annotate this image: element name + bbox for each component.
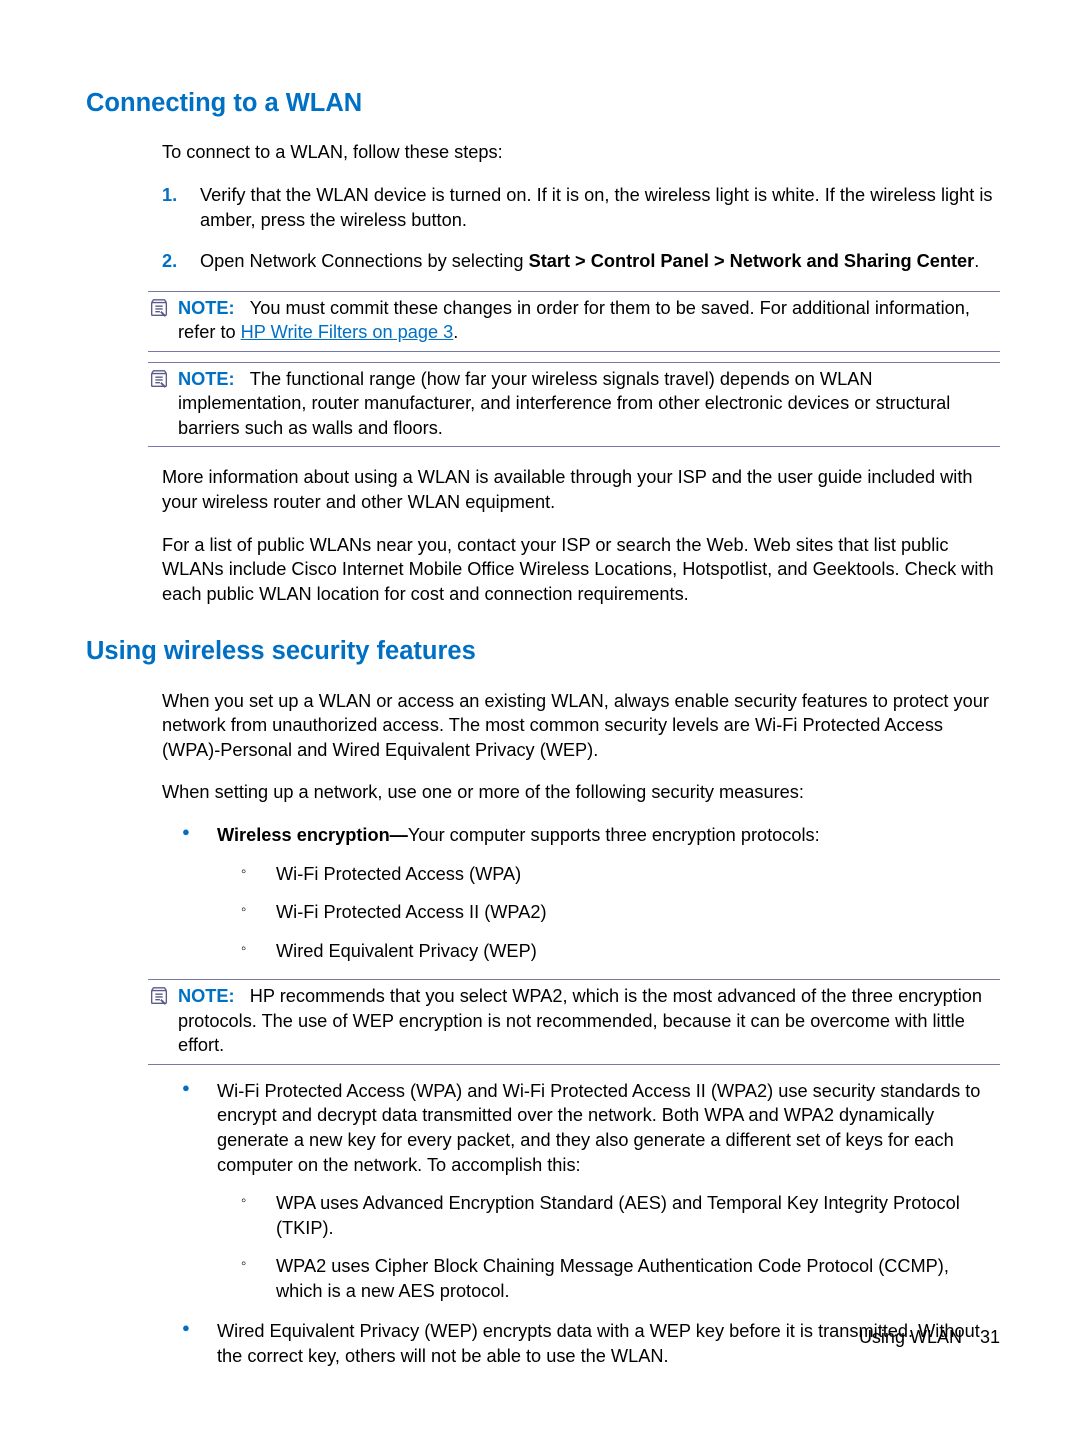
list-item: Wi-Fi Protected Access (WPA) and Wi-Fi P… — [182, 1079, 1000, 1304]
note-block: NOTE: HP recommends that you select WPA2… — [148, 979, 1000, 1065]
note-body: NOTE: You must commit these changes in o… — [178, 296, 1000, 345]
bullet-list: Wireless encryption—Your computer suppor… — [182, 823, 1000, 963]
link-write-filters[interactable]: HP Write Filters on page 3 — [241, 322, 454, 342]
step-bold: Start > Control Panel > Network and Shar… — [529, 251, 975, 271]
note-block: NOTE: The functional range (how far your… — [148, 362, 1000, 448]
step-number: 2. — [162, 249, 200, 274]
note-label: NOTE: — [178, 986, 235, 1006]
step-item: 1. Verify that the WLAN device is turned… — [162, 183, 1000, 232]
step-body: Open Network Connections by selecting St… — [200, 249, 1000, 274]
paragraph: When setting up a network, use one or mo… — [162, 780, 1000, 805]
sub-bullet-list: Wi-Fi Protected Access (WPA) Wi-Fi Prote… — [241, 862, 1000, 964]
bullet-bold: Wireless encryption— — [217, 825, 408, 845]
list-item: WPA uses Advanced Encryption Standard (A… — [241, 1191, 1000, 1240]
note-text: HP recommends that you select WPA2, whic… — [178, 986, 982, 1055]
bullet-text: Your computer supports three encryption … — [408, 825, 820, 845]
heading-security: Using wireless security features — [86, 634, 1000, 668]
list-item: Wi-Fi Protected Access (WPA) — [241, 862, 1000, 887]
list-item: WPA2 uses Cipher Block Chaining Message … — [241, 1254, 1000, 1303]
bullet-text: Wi-Fi Protected Access (WPA) and Wi-Fi P… — [217, 1081, 980, 1175]
note-block: NOTE: You must commit these changes in o… — [148, 291, 1000, 352]
steps-list: 1. Verify that the WLAN device is turned… — [162, 183, 1000, 274]
intro-text: To connect to a WLAN, follow these steps… — [162, 140, 1000, 165]
list-item: Wireless encryption—Your computer suppor… — [182, 823, 1000, 963]
note-icon — [148, 985, 170, 1014]
step-text: . — [974, 251, 979, 271]
note-text: . — [453, 322, 458, 342]
paragraph: More information about using a WLAN is a… — [162, 465, 1000, 514]
list-item: Wi-Fi Protected Access II (WPA2) — [241, 900, 1000, 925]
note-body: NOTE: The functional range (how far your… — [178, 367, 1000, 441]
footer-section: Using WLAN — [859, 1327, 962, 1347]
footer-page-number: 31 — [980, 1327, 1000, 1347]
sub-bullet-list: WPA uses Advanced Encryption Standard (A… — [241, 1191, 1000, 1303]
note-body: NOTE: HP recommends that you select WPA2… — [178, 984, 1000, 1058]
note-label: NOTE: — [178, 369, 235, 389]
step-text: Open Network Connections by selecting — [200, 251, 529, 271]
list-item: Wired Equivalent Privacy (WEP) — [241, 939, 1000, 964]
note-label: NOTE: — [178, 298, 235, 318]
note-icon — [148, 368, 170, 397]
step-body: Verify that the WLAN device is turned on… — [200, 183, 1000, 232]
page-footer: Using WLAN 31 — [859, 1325, 1000, 1349]
step-item: 2. Open Network Connections by selecting… — [162, 249, 1000, 274]
heading-connecting: Connecting to a WLAN — [86, 86, 1000, 120]
note-icon — [148, 297, 170, 326]
note-text: The functional range (how far your wirel… — [178, 369, 950, 438]
paragraph: When you set up a WLAN or access an exis… — [162, 689, 1000, 763]
paragraph: For a list of public WLANs near you, con… — [162, 533, 1000, 607]
step-number: 1. — [162, 183, 200, 208]
